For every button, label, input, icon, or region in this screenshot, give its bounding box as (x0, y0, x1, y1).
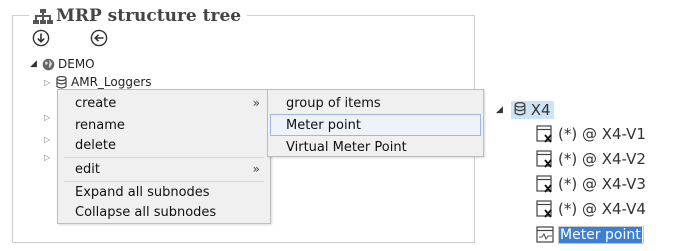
submenu-item-virtual-meter-point[interactable]: Virtual Meter Point (268, 136, 483, 158)
tree-node-x4[interactable]: ◢ X4 (496, 101, 554, 119)
menu-item-delete[interactable]: delete (58, 134, 270, 156)
context-menu: create » rename delete edit » Expand all… (57, 89, 271, 224)
meter-point-error-icon (536, 200, 552, 218)
meter-point-error-icon (536, 150, 552, 168)
selected-text: Meter point (559, 227, 642, 243)
menu-item-edit[interactable]: edit » (58, 158, 270, 180)
menu-item-label: Expand all subnodes (75, 184, 210, 200)
tree-leaf[interactable]: (*) @ X4-V4 (536, 200, 646, 218)
tree-leaf-label: (*) @ X4-V4 (558, 200, 646, 218)
selected-node[interactable]: X4 (511, 101, 554, 119)
database-icon (514, 101, 526, 116)
meter-point-icon (536, 226, 554, 243)
expand-down-button-icon[interactable] (32, 29, 50, 47)
database-icon (56, 75, 67, 89)
tree-node-demo[interactable]: ◢ DEMO (30, 57, 95, 71)
menu-item-rename[interactable]: rename (58, 114, 270, 136)
tree-leaf[interactable]: (*) @ X4-V1 (536, 125, 646, 143)
submenu-arrow-icon: » (252, 162, 260, 176)
tree-leaf-label: (*) @ X4-V1 (558, 125, 646, 143)
globe-icon (42, 58, 55, 70)
menu-item-label: rename (75, 117, 125, 133)
node-name-input[interactable]: Meter point (558, 226, 644, 244)
menu-item-label: create (75, 95, 117, 111)
menu-item-collapse-all[interactable]: Collapse all subnodes (58, 201, 270, 223)
expand-triangle-icon[interactable]: ▷ (44, 78, 56, 87)
menu-item-label: group of items (286, 95, 381, 111)
collapse-triangle-icon[interactable]: ◢ (496, 105, 508, 115)
tree-node-amr-loggers[interactable]: ▷ AMR_Loggers (44, 75, 152, 89)
meter-point-error-icon (536, 175, 552, 193)
menu-item-label: Virtual Meter Point (286, 139, 407, 155)
menu-item-create[interactable]: create » (58, 92, 270, 114)
tree-leaf-label: (*) @ X4-V2 (558, 150, 646, 168)
panel-title: MRP structure tree (56, 6, 242, 26)
tree-node-label: X4 (530, 101, 551, 119)
tree-node-label: DEMO (58, 57, 95, 71)
tree-leaf-label: (*) @ X4-V3 (558, 175, 646, 193)
create-submenu: group of items Meter point Virtual Meter… (267, 89, 484, 157)
submenu-item-group-of-items[interactable]: group of items (268, 92, 483, 114)
meter-point-error-icon (536, 125, 552, 143)
tree-structure-icon (33, 8, 53, 24)
submenu-item-meter-point[interactable]: Meter point (270, 114, 481, 136)
menu-item-label: edit (75, 161, 100, 177)
expand-triangle-icon[interactable]: ▷ (44, 113, 56, 122)
tree-leaf[interactable]: (*) @ X4-V3 (536, 175, 646, 193)
menu-item-expand-all[interactable]: Expand all subnodes (58, 181, 270, 203)
submenu-arrow-icon: » (252, 96, 260, 110)
expand-triangle-icon[interactable]: ▷ (44, 135, 56, 144)
back-left-button-icon[interactable] (90, 29, 108, 47)
menu-item-label: delete (75, 137, 116, 153)
new-node-editor[interactable]: Meter point (536, 226, 644, 244)
expand-triangle-icon[interactable]: ▷ (44, 153, 56, 162)
menu-item-label: Meter point (286, 117, 361, 133)
panel-legend: MRP structure tree (29, 6, 248, 26)
tree-leaf[interactable]: (*) @ X4-V2 (536, 150, 646, 168)
menu-item-label: Collapse all subnodes (75, 204, 217, 220)
tree-node-label: AMR_Loggers (71, 75, 152, 89)
collapse-triangle-icon[interactable]: ◢ (30, 59, 42, 69)
